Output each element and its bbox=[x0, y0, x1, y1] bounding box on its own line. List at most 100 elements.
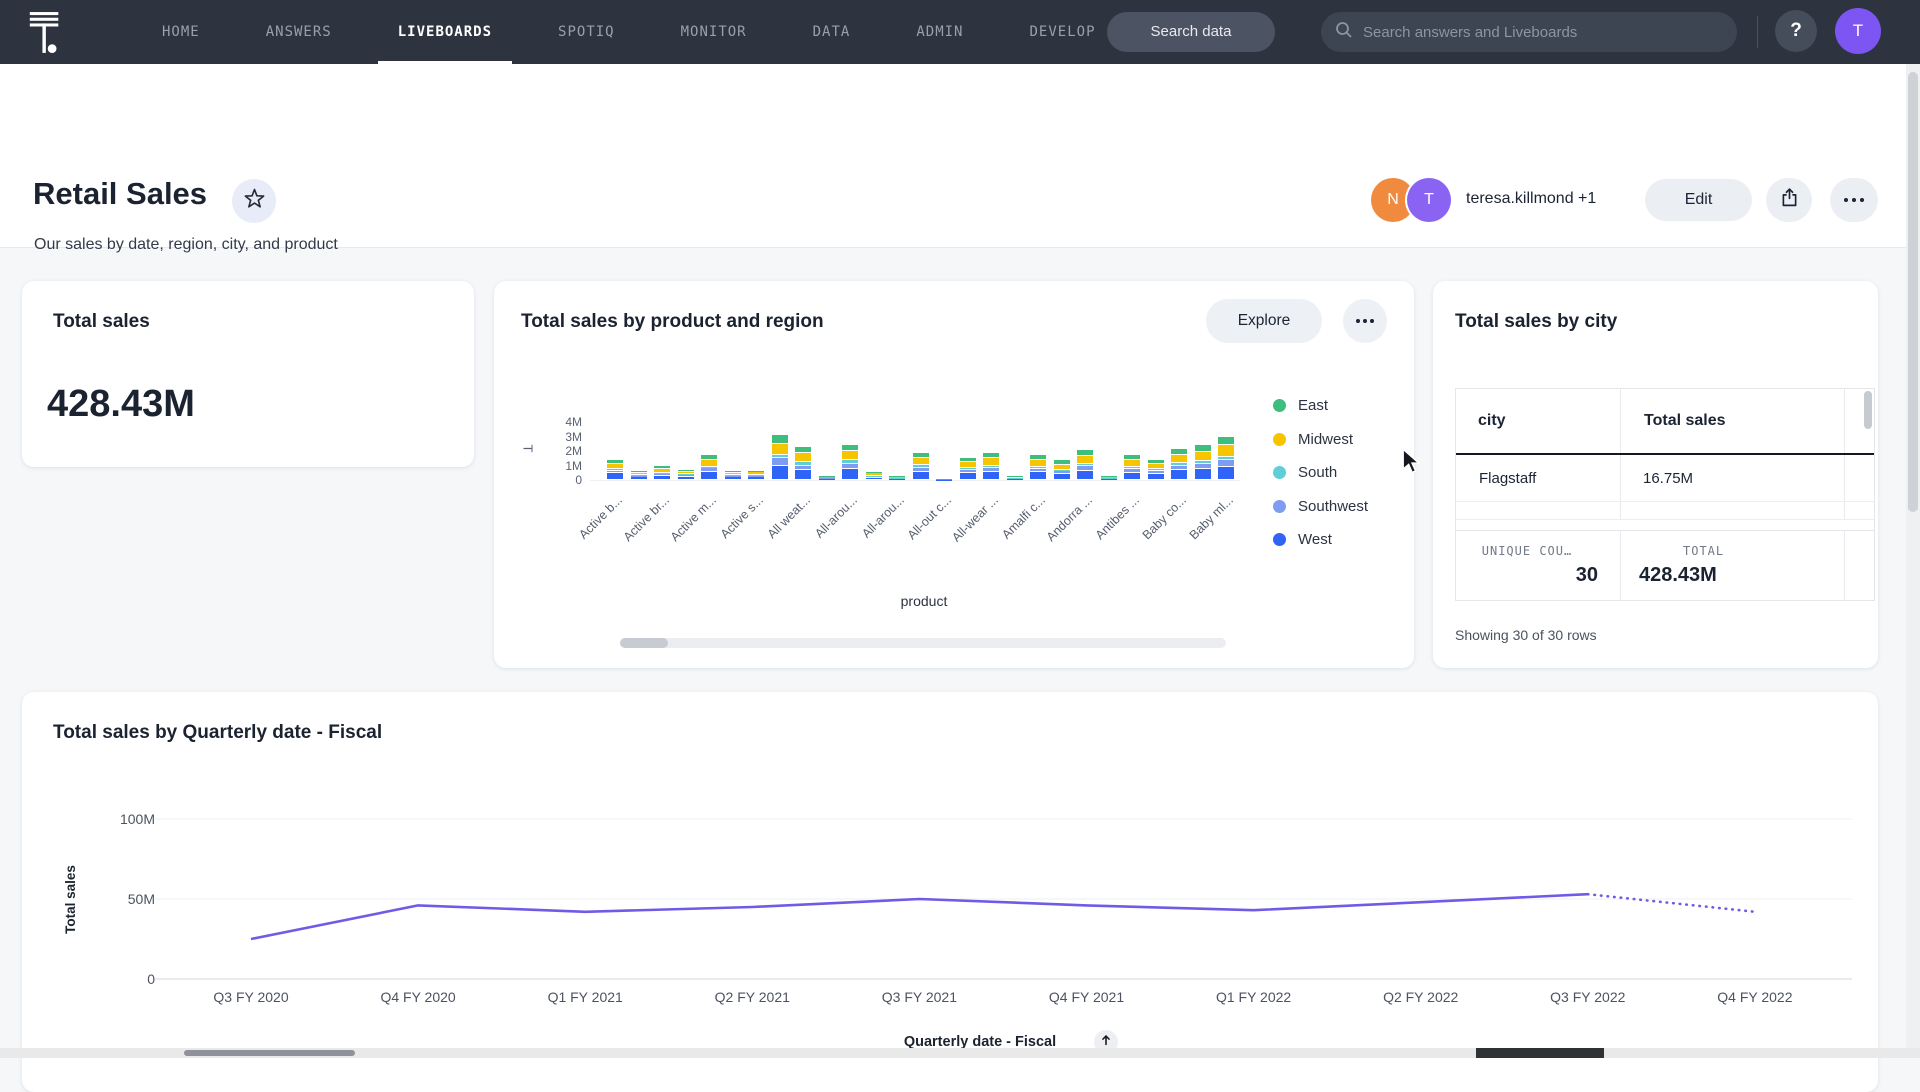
column-header-city[interactable]: city bbox=[1456, 389, 1621, 453]
line-xtick: Q2 FY 2021 bbox=[682, 989, 822, 1005]
bar-segment-east bbox=[866, 472, 882, 473]
bar-segment-west bbox=[1171, 470, 1187, 479]
bar-segment-south bbox=[607, 469, 623, 470]
kpi-value: 428.43M bbox=[47, 383, 195, 426]
bar-product-label: Amalfi c... bbox=[953, 493, 1048, 588]
page-horizontal-scrollbar-thumb[interactable] bbox=[184, 1050, 355, 1056]
help-button[interactable]: ? bbox=[1775, 10, 1817, 52]
legend-item-southwest[interactable]: Southwest bbox=[1273, 498, 1368, 515]
bar-segment-midwest bbox=[631, 473, 647, 474]
bar-segment-south bbox=[1171, 463, 1187, 464]
bar-segment-east bbox=[889, 476, 905, 477]
bar-scrollbar-track[interactable] bbox=[620, 638, 1226, 648]
user-avatar[interactable]: T bbox=[1835, 8, 1881, 54]
bar-segment-southwest bbox=[913, 468, 929, 471]
bar-segment-southwest bbox=[1148, 471, 1164, 473]
table-card-title: Total sales by city bbox=[1455, 311, 1617, 333]
nav-tab-spotiq[interactable]: SPOTIQ bbox=[538, 0, 635, 64]
liveboard-header: Retail Sales Our sales by date, region, … bbox=[0, 64, 1920, 248]
bar-segment-east bbox=[631, 471, 647, 472]
nav-tab-home[interactable]: HOME bbox=[142, 0, 220, 64]
legend-dot bbox=[1273, 433, 1286, 446]
bar-segment-west bbox=[678, 477, 694, 479]
more-menu-button[interactable] bbox=[1830, 178, 1878, 222]
bar-segment-midwest bbox=[1030, 460, 1046, 466]
bar-segment-southwest bbox=[748, 476, 764, 477]
page-vertical-scrollbar[interactable] bbox=[1906, 64, 1920, 1048]
page-vertical-scrollbar-thumb[interactable] bbox=[1908, 72, 1918, 512]
bar-segment-midwest bbox=[1007, 476, 1023, 477]
bar-segment-east bbox=[1101, 476, 1117, 477]
kpi-card-total-sales: Total sales 428.43M bbox=[22, 281, 474, 467]
summary-unique-count-label: UNIQUE COU… bbox=[1482, 544, 1572, 558]
search-input[interactable] bbox=[1363, 24, 1723, 41]
bar-segment-east bbox=[725, 471, 741, 472]
nav-tabs: HOME ANSWERS LIVEBOARDS SPOTIQ MONITOR DATA AD… bbox=[142, 0, 1116, 64]
edit-button[interactable]: Edit bbox=[1645, 179, 1752, 221]
bar-segment-midwest bbox=[1077, 456, 1093, 463]
column-header-total-sales[interactable]: Total sales bbox=[1621, 389, 1845, 453]
bar-segment-west bbox=[842, 469, 858, 479]
explore-button[interactable]: Explore bbox=[1206, 299, 1322, 343]
page-subtitle: Our sales by date, region, city, and pro… bbox=[34, 236, 338, 254]
bar-segment-midwest bbox=[1171, 455, 1187, 462]
line-chart[interactable] bbox=[22, 692, 1878, 1092]
bar-card-more-button[interactable] bbox=[1343, 299, 1387, 343]
bar-segment-south bbox=[795, 462, 811, 465]
legend-label: West bbox=[1298, 531, 1332, 548]
bar-product-label: Baby ml... bbox=[1141, 493, 1236, 588]
bar-segment-east bbox=[1195, 445, 1211, 451]
search-data-button[interactable]: Search data bbox=[1107, 12, 1275, 52]
bar-segment-midwest bbox=[701, 460, 717, 466]
bar-segment-south bbox=[654, 473, 670, 474]
nav-tab-liveboards[interactable]: LIVEBOARDS bbox=[378, 0, 512, 64]
legend-item-east[interactable]: East bbox=[1273, 397, 1328, 414]
bar-segment-south bbox=[631, 475, 647, 476]
bar-segment-west bbox=[983, 472, 999, 479]
thoughtspot-logo[interactable] bbox=[26, 9, 64, 60]
bar-segment-midwest bbox=[795, 453, 811, 461]
table-vertical-scrollbar[interactable] bbox=[1864, 391, 1872, 429]
favorite-star-button[interactable] bbox=[232, 179, 276, 223]
collaborator-avatar-t[interactable]: T bbox=[1407, 178, 1451, 222]
bar-segment-south bbox=[1195, 461, 1211, 463]
bar-card-title: Total sales by product and region bbox=[521, 311, 824, 333]
bar-segment-midwest bbox=[1148, 464, 1164, 468]
bar-segment-east bbox=[654, 466, 670, 468]
data-table[interactable]: city Total sales Flagstaff16.75M UNIQUE … bbox=[1455, 388, 1875, 601]
nav-tab-data[interactable]: DATA bbox=[793, 0, 871, 64]
table-row-partial[interactable] bbox=[1456, 502, 1874, 520]
table-row[interactable]: Flagstaff16.75M bbox=[1456, 455, 1874, 502]
legend-item-west[interactable]: West bbox=[1273, 531, 1332, 548]
legend-label: Midwest bbox=[1298, 431, 1353, 448]
bar-segment-southwest bbox=[701, 468, 717, 471]
bar-segment-south bbox=[772, 455, 788, 457]
kpi-card-title: Total sales bbox=[53, 311, 150, 333]
summary-total-label: TOTAL bbox=[1683, 544, 1724, 558]
legend-item-south[interactable]: South bbox=[1273, 464, 1337, 481]
bar-segment-east bbox=[1077, 450, 1093, 456]
nav-tab-answers[interactable]: ANSWERS bbox=[246, 0, 352, 64]
share-button[interactable] bbox=[1766, 178, 1812, 222]
bar-product-label: Andorra ... bbox=[1000, 493, 1095, 588]
bar-segment-south bbox=[1148, 469, 1164, 470]
nav-tab-develop[interactable]: DEVELOP bbox=[1010, 0, 1116, 64]
bar-segment-east bbox=[1007, 476, 1023, 477]
bar-segment-east bbox=[1030, 455, 1046, 459]
nav-tab-monitor[interactable]: MONITOR bbox=[661, 0, 767, 64]
table-summary-row: UNIQUE COU… 30 TOTAL 428.43M bbox=[1456, 530, 1874, 600]
legend-item-midwest[interactable]: Midwest bbox=[1273, 431, 1353, 448]
bar-segment-southwest bbox=[678, 475, 694, 476]
line-xtick: Q3 FY 2022 bbox=[1518, 989, 1658, 1005]
cell-total-sales: 16.75M bbox=[1621, 455, 1845, 501]
global-search[interactable] bbox=[1321, 12, 1737, 52]
nav-tab-admin[interactable]: ADMIN bbox=[896, 0, 983, 64]
bar-segment-midwest bbox=[748, 472, 764, 473]
bar-ytick: 4M bbox=[534, 415, 582, 429]
line-xtick: Q4 FY 2022 bbox=[1685, 989, 1825, 1005]
page-horizontal-scrollbar[interactable] bbox=[0, 1048, 1920, 1058]
bar-segment-west bbox=[748, 477, 764, 479]
bar-scrollbar-thumb[interactable] bbox=[620, 638, 668, 648]
bar-segment-southwest bbox=[772, 458, 788, 465]
bar-segment-south bbox=[1101, 478, 1117, 479]
